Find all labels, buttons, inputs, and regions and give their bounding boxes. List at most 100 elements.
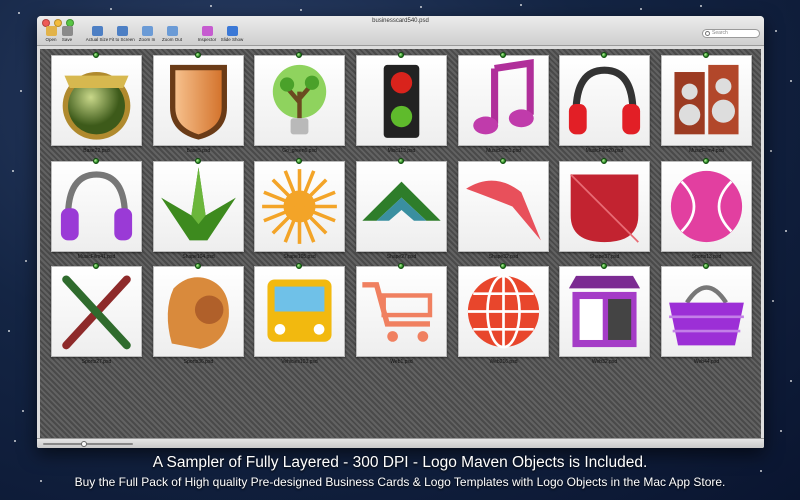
orange-sun-thumbnail[interactable]: [254, 161, 345, 252]
star-dot: [20, 90, 22, 92]
color-wheel-icon: [201, 26, 213, 36]
green-lightbulb-thumbnail[interactable]: [254, 55, 345, 146]
star-dot: [110, 8, 112, 10]
toolbar-button-zoom-out[interactable]: Zoom Out: [159, 26, 185, 42]
thumbnail-filename: Base5.psd: [186, 148, 211, 154]
star-dot: [300, 9, 302, 11]
baseball-glove-thumbnail[interactable]: [153, 266, 244, 357]
zoom-slider-knob[interactable]: [80, 441, 87, 447]
star-dot: [12, 170, 14, 172]
thumbnail-filename: Sports13.psd: [691, 254, 722, 260]
shopping-cart-icon: [362, 282, 433, 342]
red-globe-thumbnail[interactable]: [458, 266, 549, 357]
green-lightbulb-icon: [272, 64, 327, 135]
green-chevron-icon: [362, 181, 441, 221]
thumbnail-filename: MusicFilm20.psd: [585, 148, 624, 154]
red-swoosh-thumbnail[interactable]: [458, 161, 549, 252]
pushpin-icon: [398, 52, 404, 58]
crossed-bats-thumbnail[interactable]: [51, 266, 142, 357]
speakers-icon: [674, 64, 739, 135]
thumbnail-filename: Shape32.psd: [488, 254, 519, 260]
thumbnail-filename: Vehicles103.psd: [281, 359, 318, 365]
music-note-icon: [473, 58, 534, 135]
star-dot: [22, 410, 24, 412]
pushpin-icon: [93, 263, 99, 269]
toolbar-button-actual-size[interactable]: Actual Size: [84, 26, 110, 42]
speakers-thumbnail[interactable]: [661, 55, 752, 146]
thumbnail-filename: Base22.psd: [83, 148, 110, 154]
toolbar-button-slide-show[interactable]: Slide Show: [219, 26, 245, 42]
monitor-icon: [91, 26, 103, 36]
toolbar-button-label: Zoom Out: [161, 37, 182, 42]
thumbnail-filename: Go_green6.psd: [282, 148, 317, 154]
fit-screen-icon: [116, 26, 128, 36]
orange-shield-thumbnail[interactable]: [153, 55, 244, 146]
purple-basket-icon: [669, 285, 744, 346]
star-dot: [520, 4, 522, 6]
toolbar-button-zoom-in[interactable]: Zoom In: [134, 26, 160, 42]
crossed-bats-icon: [62, 275, 131, 350]
green-crown-thumbnail[interactable]: [153, 161, 244, 252]
orange-shield-icon: [170, 64, 227, 140]
star-dot: [772, 300, 774, 302]
gold-seal-badge-thumbnail[interactable]: [51, 55, 142, 146]
title-bar: businesscard540.psd Open Save Actual Size F…: [37, 16, 764, 46]
toolbar-button-label: Inspector: [197, 37, 217, 42]
star-dot: [780, 430, 782, 432]
red-swoosh-icon: [466, 180, 541, 241]
pushpin-icon: [195, 52, 201, 58]
purple-basket-thumbnail[interactable]: [661, 266, 752, 357]
toolbar-button-label: Slide Show: [220, 37, 244, 42]
play-icon: [226, 26, 238, 36]
purple-store-thumbnail[interactable]: [559, 266, 650, 357]
purple-headphones-icon: [60, 171, 133, 241]
pink-baseball-thumbnail[interactable]: [661, 161, 752, 252]
star-dot: [790, 380, 792, 382]
star-dot: [770, 150, 772, 152]
toolbar-button-fit-to-screen[interactable]: Fit to Screen: [109, 26, 135, 42]
baseball-glove-icon: [167, 277, 229, 349]
toolbar-button-inspector[interactable]: Inspector: [194, 26, 220, 42]
search-icon: [705, 31, 710, 36]
toolbar-button-label: Fit to Screen: [109, 37, 135, 42]
yellow-bus-thumbnail[interactable]: [254, 266, 345, 357]
thumbnail-browser: Base22.psd Base5.psd Go_green6.psd Misc113.…: [40, 49, 761, 438]
red-headphones-thumbnail[interactable]: [559, 55, 650, 146]
purple-headphones-thumbnail[interactable]: [51, 161, 142, 252]
pushpin-icon: [296, 263, 302, 269]
purple-store-icon: [568, 275, 641, 348]
red-globe-icon: [467, 274, 540, 349]
pushpin-icon: [398, 158, 404, 164]
traffic-light-icon: [383, 64, 420, 138]
music-note-thumbnail[interactable]: [458, 55, 549, 146]
search-field[interactable]: Search: [702, 29, 760, 38]
star-dot: [25, 260, 27, 262]
star-dot: [8, 330, 10, 332]
thumbnail-filename: Shape104.psd: [182, 254, 215, 260]
thumbnail-filename: Shape37.psd: [589, 254, 620, 260]
pushpin-icon: [601, 158, 607, 164]
toolbar-button-save[interactable]: Save: [54, 26, 80, 42]
red-leaf-thumbnail[interactable]: [559, 161, 650, 252]
thumbnail-filename: Misc113.psd: [387, 148, 416, 154]
pushpin-icon: [296, 52, 302, 58]
star-dot: [18, 12, 20, 14]
pushpin-icon: [93, 158, 99, 164]
thumbnail-filename: Sports36.psd: [183, 359, 214, 365]
zoom-out-icon: [166, 26, 178, 36]
thumbnail-filename: MusicFilm4.psd: [689, 148, 724, 154]
pushpin-icon: [601, 263, 607, 269]
star-dot: [790, 80, 792, 82]
toolbar: Open Save Actual Size Fit to Screen Zoom In Z…: [37, 26, 764, 46]
zoom-slider[interactable]: [43, 441, 133, 447]
green-chevron-thumbnail[interactable]: [356, 161, 447, 252]
shopping-cart-thumbnail[interactable]: [356, 266, 447, 357]
zoom-in-icon: [141, 26, 153, 36]
disk-icon: [61, 26, 73, 36]
pushpin-icon: [195, 158, 201, 164]
star-dot: [700, 5, 702, 7]
pushpin-icon: [703, 263, 709, 269]
red-leaf-icon: [570, 173, 639, 243]
traffic-light-thumbnail[interactable]: [356, 55, 447, 146]
promo-headline: A Sampler of Fully Layered - 300 DPI - L…: [152, 454, 648, 471]
